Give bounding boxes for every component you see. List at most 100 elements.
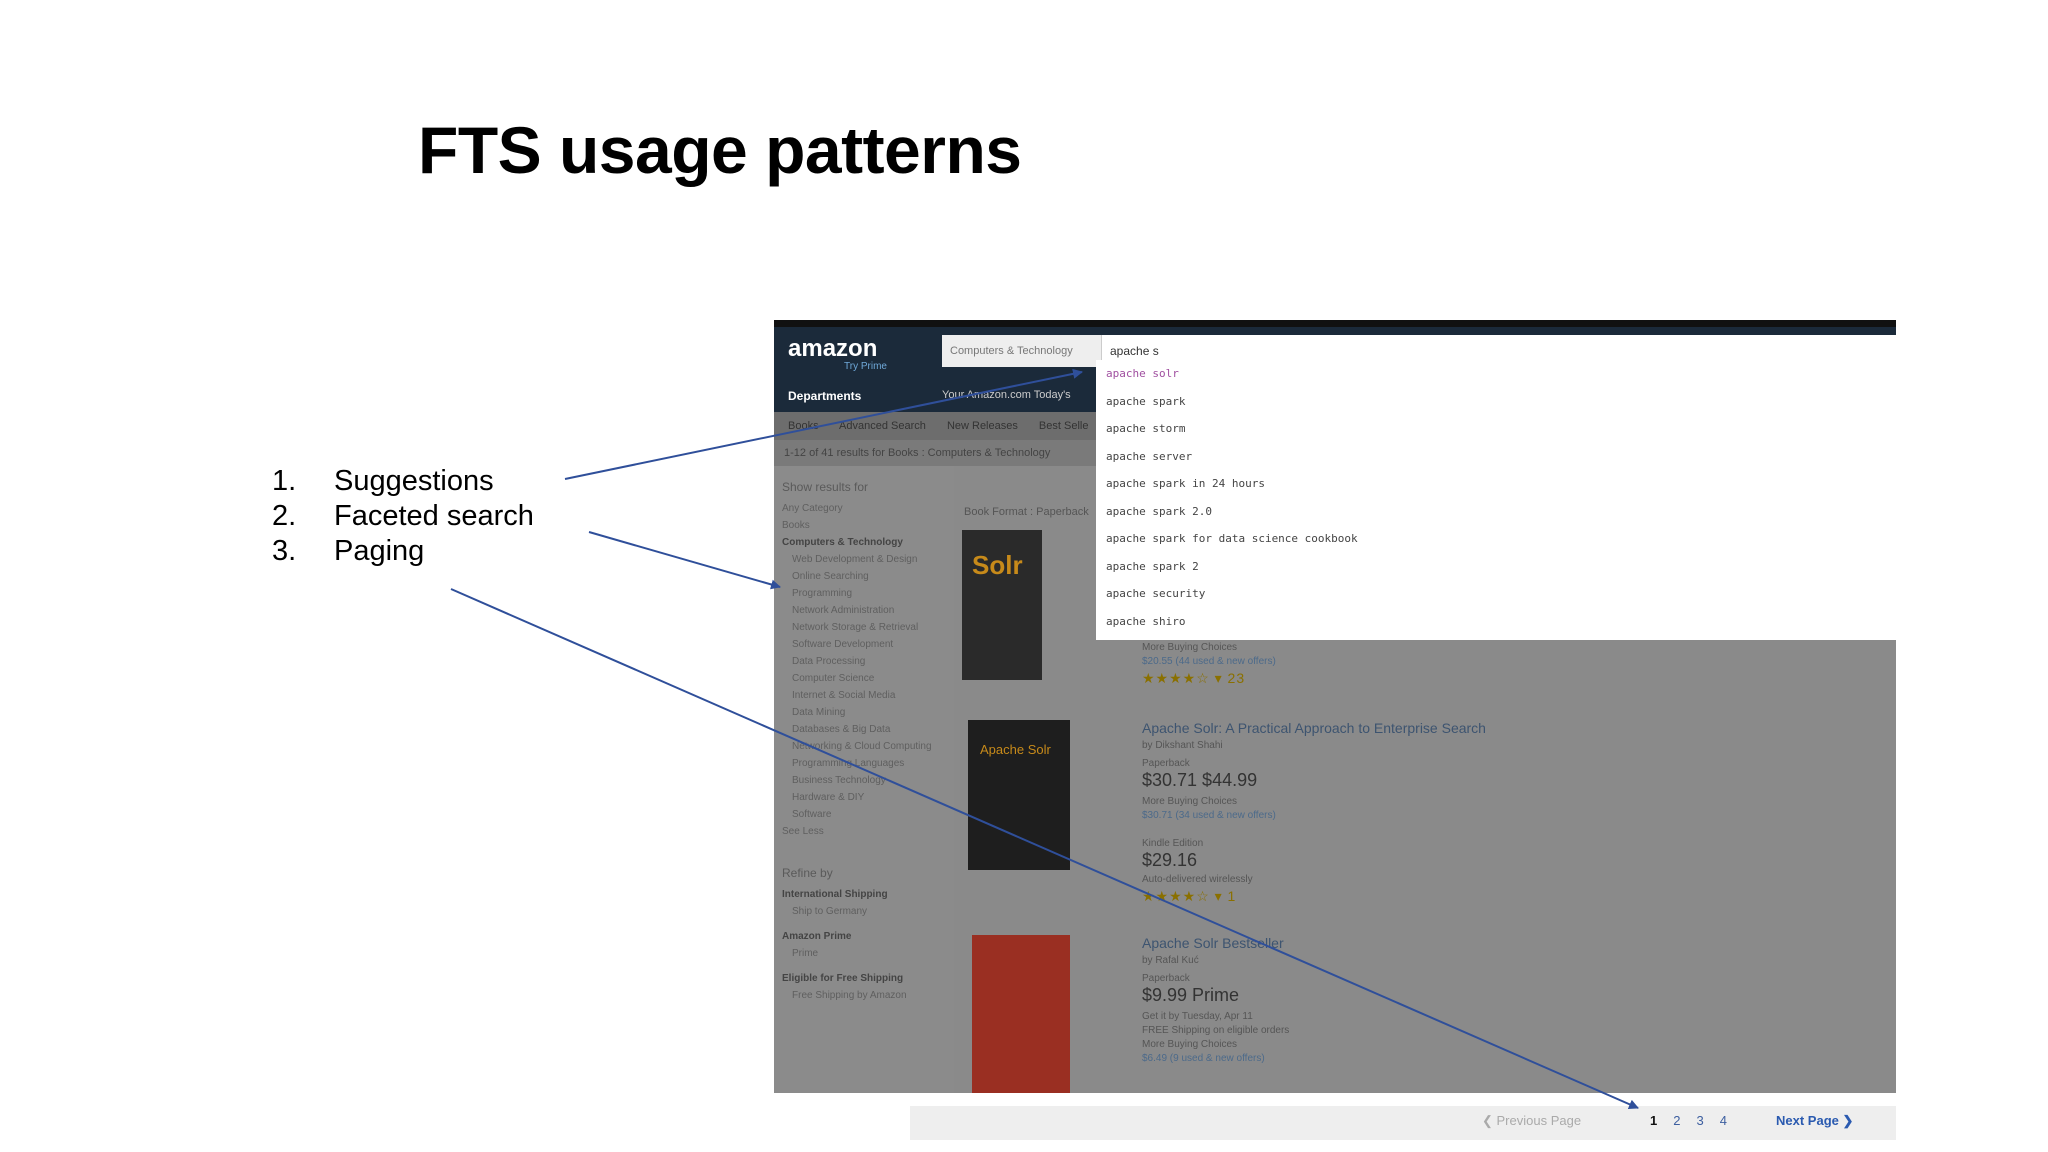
- result-rating[interactable]: ★★★★☆ ▾ 23: [1142, 670, 1245, 687]
- suggestion-item[interactable]: apache security: [1096, 580, 1896, 608]
- bullet-item: 2. Faceted search: [272, 499, 534, 534]
- facet-sidebar: Show results for Any Category Books Comput…: [774, 466, 954, 1093]
- result-offers-link[interactable]: $20.55 (44 used & new offers): [1142, 656, 1276, 667]
- suggestion-item[interactable]: apache spark 2: [1096, 553, 1896, 581]
- facet-item[interactable]: Internet & Social Media: [782, 687, 954, 704]
- facet-item[interactable]: Online Searching: [782, 568, 954, 585]
- departments-menu[interactable]: Departments: [788, 389, 861, 403]
- page-numbers: 1 2 3 4: [1650, 1113, 1743, 1128]
- suggestion-item[interactable]: apache solr: [1096, 360, 1896, 388]
- facet-item[interactable]: Data Mining: [782, 704, 954, 721]
- facet-item[interactable]: See Less: [782, 823, 954, 840]
- subnav-item[interactable]: Best Selle: [1039, 420, 1089, 432]
- facet-checkbox-free-shipping[interactable]: Free Shipping by Amazon: [782, 987, 954, 1004]
- facet-item[interactable]: Network Storage & Retrieval: [782, 619, 954, 636]
- bullet-item: 1. Suggestions: [272, 464, 534, 499]
- suggestion-item[interactable]: apache spark: [1096, 388, 1896, 416]
- result-more-choices: More Buying Choices: [1142, 1039, 1238, 1050]
- result-offers-link[interactable]: $30.71 (34 used & new offers): [1142, 810, 1276, 821]
- facet-checkbox-prime[interactable]: Prime: [782, 945, 954, 962]
- result-price: $9.99 Prime: [1142, 985, 1240, 1005]
- result-format[interactable]: Paperback: [1142, 758, 1190, 769]
- facet-item[interactable]: Network Administration: [782, 602, 954, 619]
- page-number[interactable]: 4: [1720, 1113, 1727, 1128]
- facet-free-shipping: Eligible for Free Shipping: [782, 973, 904, 984]
- facet-list: Any Category Books Computers & Technology W…: [782, 500, 954, 840]
- arrow-faceted-search: [588, 531, 781, 590]
- bullet-text: Suggestions: [334, 465, 494, 497]
- bullet-item: 3. Paging: [272, 534, 534, 569]
- facet-item[interactable]: Computer Science: [782, 670, 954, 687]
- results-summary: 1-12 of 41 results for Books : Computers…: [774, 440, 1096, 466]
- refine-heading: Refine by: [782, 866, 833, 880]
- chevron-right-icon: ❯: [1842, 1113, 1854, 1128]
- facet-item[interactable]: Networking & Cloud Computing: [782, 738, 954, 755]
- search-category-select[interactable]: Computers & Technology: [942, 335, 1102, 367]
- subnav-item[interactable]: Books: [788, 420, 819, 432]
- result-rating[interactable]: ★★★★☆ ▾ 1: [1142, 888, 1236, 905]
- result-availability: Auto-delivered wirelessly: [1142, 874, 1253, 885]
- facet-item[interactable]: Any Category: [782, 500, 954, 517]
- result-author: by Rafal Kuć: [1142, 955, 1199, 966]
- subnav-item[interactable]: New Releases: [947, 420, 1018, 432]
- facet-item[interactable]: Databases & Big Data: [782, 721, 954, 738]
- slide-title: FTS usage patterns: [418, 113, 1022, 187]
- page-number-current[interactable]: 1: [1650, 1113, 1657, 1128]
- facet-heading: Show results for: [782, 480, 869, 494]
- book-format-filter[interactable]: Book Format : Paperback: [964, 506, 1089, 518]
- sub-navigation: Books Advanced Search New Releases Best …: [774, 412, 1096, 440]
- result-format[interactable]: Paperback: [1142, 973, 1190, 984]
- suggestion-item[interactable]: apache spark 2.0: [1096, 498, 1896, 526]
- previous-page-label: Previous Page: [1496, 1113, 1582, 1128]
- pagination-bar: ❮ Previous Page 1 2 3 4 Next Page ❯: [910, 1106, 1896, 1140]
- facet-item[interactable]: Software Development: [782, 636, 954, 653]
- result-delivery: Get it by Tuesday, Apr 11: [1142, 1011, 1253, 1022]
- facet-item[interactable]: Web Development & Design: [782, 551, 954, 568]
- suggestions-dropdown: apache solr apache spark apache storm ap…: [1096, 360, 1896, 640]
- result-price: $30.71 $44.99: [1142, 770, 1258, 790]
- result-title[interactable]: Apache Solr Bestseller: [1142, 935, 1284, 951]
- suggestion-item[interactable]: apache shiro: [1096, 608, 1896, 636]
- bullet-number: 2.: [272, 500, 297, 532]
- amazon-logo[interactable]: amazon: [788, 335, 877, 363]
- next-page-link[interactable]: Next Page ❯: [1776, 1113, 1853, 1129]
- facet-item[interactable]: Programming: [782, 585, 954, 602]
- book-cover[interactable]: Solr: [962, 530, 1042, 680]
- your-amazon-link[interactable]: Your Amazon.com Today's: [942, 389, 1071, 401]
- result-kindle-format[interactable]: Kindle Edition: [1142, 838, 1203, 849]
- facet-item[interactable]: Software: [782, 806, 954, 823]
- result-kindle-price: $29.16: [1142, 850, 1198, 870]
- suggestion-item[interactable]: apache storm: [1096, 415, 1896, 443]
- book-cover[interactable]: [972, 935, 1070, 1093]
- result-shipping: FREE Shipping on eligible orders: [1142, 1025, 1290, 1036]
- facet-international-shipping: International Shipping: [782, 889, 888, 900]
- book-cover[interactable]: Apache Solr: [968, 720, 1070, 870]
- facet-item[interactable]: Business Technology: [782, 772, 954, 789]
- facet-item[interactable]: Hardware & DIY: [782, 789, 954, 806]
- facet-item[interactable]: Books: [782, 517, 954, 534]
- page-number[interactable]: 3: [1696, 1113, 1703, 1128]
- suggestion-item[interactable]: apache spark in 24 hours: [1096, 470, 1896, 498]
- prime-link[interactable]: Try Prime: [844, 361, 887, 372]
- suggestion-item[interactable]: apache spark for data science cookbook: [1096, 525, 1896, 553]
- facet-item[interactable]: Computers & Technology: [782, 534, 954, 551]
- previous-page-link[interactable]: ❮ Previous Page: [1482, 1113, 1581, 1129]
- facet-item[interactable]: Programming Languages: [782, 755, 954, 772]
- facet-checkbox-ship-to[interactable]: Ship to Germany: [782, 903, 954, 920]
- page-number[interactable]: 2: [1673, 1113, 1680, 1128]
- facet-item[interactable]: Data Processing: [782, 653, 954, 670]
- result-more-choices: More Buying Choices: [1142, 796, 1238, 807]
- bullet-text: Faceted search: [334, 500, 534, 532]
- subnav-item[interactable]: Advanced Search: [839, 420, 926, 432]
- amazon-screenshot: amazon Try Prime Computers & Technology …: [774, 320, 1896, 1093]
- suggestion-item[interactable]: apache server: [1096, 443, 1896, 471]
- bullet-number: 3.: [272, 535, 297, 567]
- bullet-number: 1.: [272, 465, 297, 497]
- next-page-label: Next Page: [1776, 1113, 1839, 1128]
- bullet-text: Paging: [334, 535, 425, 567]
- result-title[interactable]: Apache Solr: A Practical Approach to Ent…: [1142, 720, 1486, 736]
- result-more-choices: More Buying Choices: [1142, 642, 1238, 653]
- bullet-list: 1. Suggestions 2. Faceted search 3. Paging: [272, 464, 534, 569]
- result-offers-link[interactable]: $6.49 (9 used & new offers): [1142, 1053, 1265, 1064]
- result-author: by Dikshant Shahi: [1142, 740, 1223, 751]
